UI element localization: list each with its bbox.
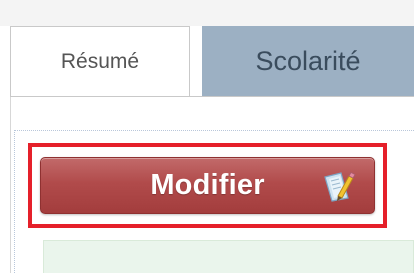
info-box — [43, 240, 414, 273]
tab-resume[interactable]: Résumé — [10, 26, 190, 96]
dotted-left-border — [14, 130, 15, 273]
top-strip — [0, 0, 414, 26]
modify-button[interactable]: Modifier — [40, 157, 375, 214]
tab-scolarite[interactable]: Scolarité — [202, 26, 414, 96]
tab-resume-label: Résumé — [60, 49, 140, 73]
highlight-box: Modifier — [28, 143, 387, 228]
tab-bar: Résumé Scolarité — [10, 26, 414, 96]
edit-pencil-icon — [324, 171, 356, 202]
modify-button-label: Modifier — [150, 169, 265, 201]
dotted-divider — [14, 130, 414, 131]
page: Résumé Scolarité Modifier — [0, 0, 414, 273]
tab-scolarite-label: Scolarité — [255, 45, 361, 76]
